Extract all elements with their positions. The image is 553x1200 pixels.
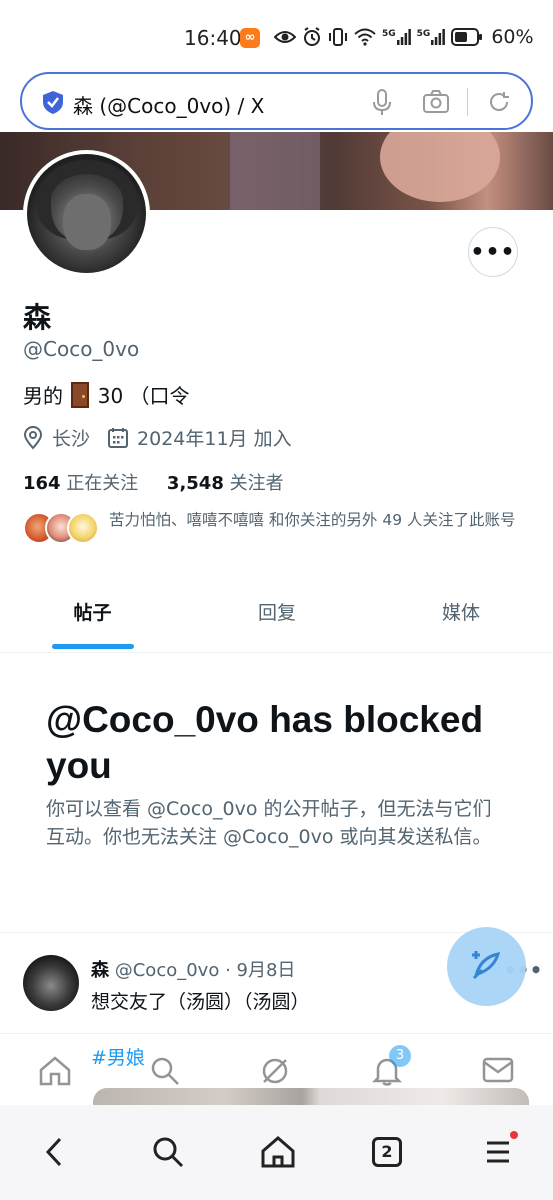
location-pin-icon <box>23 425 43 450</box>
profile-handle: @Coco_0vo <box>23 337 140 361</box>
mutual-followers[interactable]: 苦力怕怕、嘻嘻不嘻嘻 和你关注的另外 49 人关注了此账号 <box>23 509 533 555</box>
post-header: 森 @Coco_0vo · 9月8日 <box>91 956 295 982</box>
more-options-button[interactable]: ••• <box>468 227 518 277</box>
microphone-icon[interactable] <box>372 89 392 121</box>
menu-notification-dot <box>510 1131 518 1139</box>
notification-badge: 3 <box>389 1045 411 1067</box>
profile-name: 森 <box>23 301 52 334</box>
wifi-icon <box>354 28 376 46</box>
calendar-icon <box>108 427 129 449</box>
shield-icon[interactable] <box>42 90 64 119</box>
tab-posts[interactable]: 帖子 <box>0 590 185 652</box>
battery-percent: 60% <box>491 26 534 48</box>
reload-icon[interactable] <box>486 89 512 119</box>
vibrate-icon <box>328 27 348 47</box>
profile-meta: 长沙 2024年11月 加入 <box>23 424 292 451</box>
bio-suffix: 30 （口令 <box>97 384 190 408</box>
post-hashtag[interactable]: #男娘 <box>91 1043 145 1070</box>
browser-home-icon[interactable] <box>260 1135 296 1173</box>
post-meta: @Coco_0vo · 9月8日 <box>114 960 296 981</box>
active-tab-indicator <box>52 644 134 649</box>
browser-toolbar <box>0 1105 553 1200</box>
follow-stats: 164 正在关注 3,548 关注者 <box>23 469 284 495</box>
browser-search-icon[interactable] <box>152 1135 184 1173</box>
tab-replies[interactable]: 回复 <box>185 590 369 652</box>
address-bar[interactable]: 森 (@Coco_0vo) / X <box>20 72 533 130</box>
signal-5g-icon: 5G <box>382 29 411 45</box>
followers-link[interactable]: 3,548 关注者 <box>167 473 284 494</box>
search-icon[interactable] <box>150 1056 180 1090</box>
tab-media[interactable]: 媒体 <box>369 590 553 652</box>
messages-icon[interactable] <box>482 1056 514 1088</box>
post-author-name[interactable]: 森 <box>91 960 109 981</box>
mutual-followers-text: 苦力怕怕、嘻嘻不嘻嘻 和你关注的另外 49 人关注了此账号 <box>109 511 516 529</box>
blocked-title: @Coco_0vo has blocked you <box>46 699 484 786</box>
following-label: 正在关注 <box>66 473 139 494</box>
compose-feather-icon <box>468 946 506 988</box>
profile-joined: 2024年11月 加入 <box>137 428 292 450</box>
grok-icon[interactable] <box>260 1056 290 1090</box>
address-bar-divider <box>467 88 468 116</box>
alarm-icon <box>302 27 322 47</box>
back-icon[interactable] <box>42 1135 68 1173</box>
followers-label: 关注者 <box>229 473 284 494</box>
profile-avatar[interactable] <box>23 150 150 277</box>
mutual-avatars <box>23 512 99 544</box>
camera-icon[interactable] <box>422 89 450 119</box>
following-count: 164 <box>23 473 61 494</box>
status-time: 16:40 <box>184 26 242 50</box>
signal-5g-icon-2: 5G <box>417 29 446 45</box>
url-text[interactable]: 森 (@Coco_0vo) / X <box>73 90 264 119</box>
post-text: 想交友了（汤圆）（汤圆） <box>91 991 310 1013</box>
status-icons: 5G 5G 60% <box>274 24 534 50</box>
followers-count: 3,548 <box>166 473 224 494</box>
following-link[interactable]: 164 正在关注 <box>23 473 138 494</box>
profile-location: 长沙 <box>52 428 91 450</box>
eye-icon <box>274 29 296 45</box>
profile-bio: 男的 30 （口令 <box>23 380 190 409</box>
status-bar: 16:40 ∞ 5G 5G 60% <box>0 0 553 72</box>
blocked-message: 你可以查看 @Coco_0vo 的公开帖子，但无法与它们互动。你也无法关注 @C… <box>46 798 492 848</box>
bio-prefix: 男的 <box>23 384 63 408</box>
profile-tabs: 帖子 回复 媒体 <box>0 590 553 653</box>
door-emoji-icon <box>71 382 90 408</box>
app-notification-icon: ∞ <box>240 28 260 48</box>
battery-icon <box>451 28 483 46</box>
mutual-avatar <box>67 512 99 544</box>
post-avatar[interactable] <box>23 955 79 1011</box>
home-icon[interactable] <box>39 1056 71 1090</box>
tab-count-button[interactable]: 2 <box>372 1137 402 1167</box>
menu-icon[interactable] <box>484 1135 512 1173</box>
compose-post-button[interactable] <box>447 927 526 1006</box>
